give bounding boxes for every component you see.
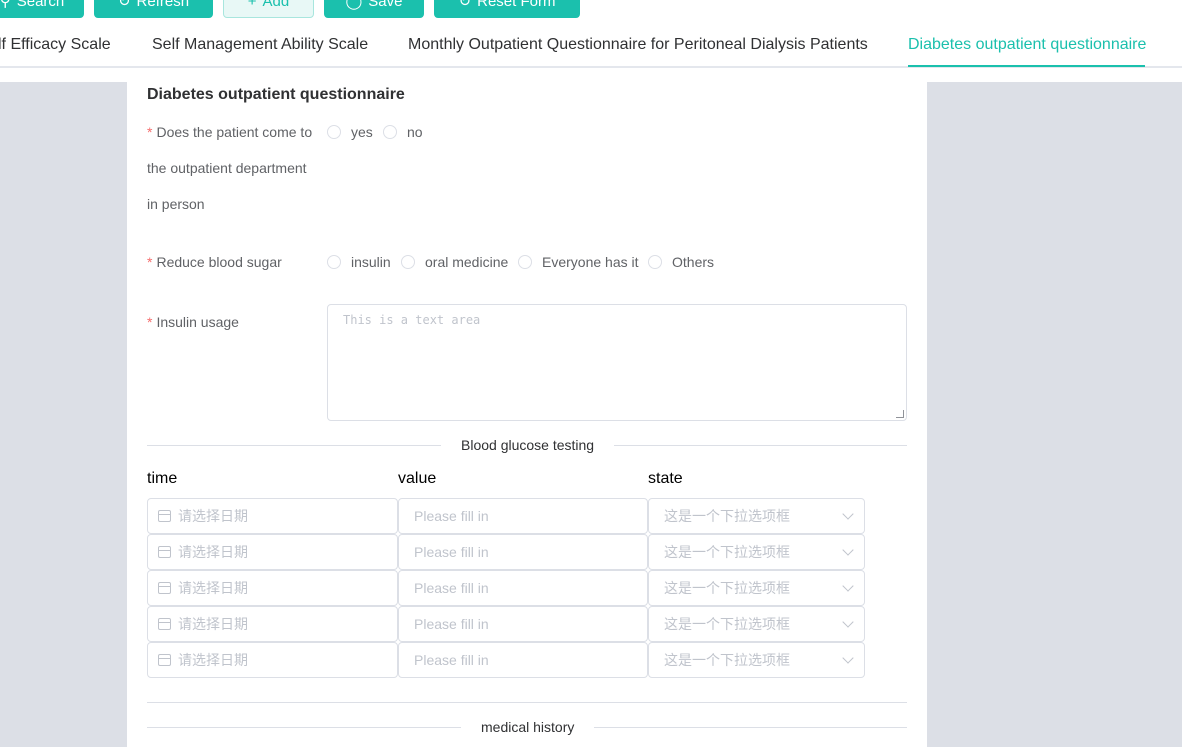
section-divider: [147, 702, 907, 703]
radio-circle: [327, 125, 341, 139]
column-header-time: time: [147, 470, 178, 487]
q2-label: * Reduce blood sugar: [147, 254, 282, 270]
date-picker[interactable]: 请选择日期: [147, 570, 398, 606]
resize-handle[interactable]: [896, 410, 904, 418]
state-select[interactable]: 这是一个下拉选项框: [648, 606, 865, 642]
save-icon: ◯: [345, 0, 363, 10]
chevron-down-icon: [842, 652, 854, 664]
search-icon: ⚲: [0, 0, 11, 10]
chevron-down-icon: [842, 544, 854, 556]
required-mark: *: [147, 124, 153, 140]
chevron-down-icon: [842, 580, 854, 592]
q1-label: * Does the patient come to: [147, 124, 313, 140]
tab-peritoneal-dialysis[interactable]: Monthly Outpatient Questionnaire for Per…: [408, 36, 868, 54]
q1-label-line3: in person: [147, 196, 205, 212]
add-button[interactable]: + Add: [223, 0, 314, 18]
required-mark: *: [147, 254, 153, 270]
radio-circle: [383, 125, 397, 139]
reset-icon: ↻: [458, 0, 472, 10]
date-picker[interactable]: 请选择日期: [147, 534, 398, 570]
chevron-down-icon: [842, 616, 854, 628]
form-title: Diabetes outpatient questionnaire: [147, 86, 405, 103]
glucose-section-title: Blood glucose testing: [441, 437, 615, 453]
value-input[interactable]: Please fill in: [398, 642, 648, 678]
history-section-title: medical history: [461, 719, 595, 735]
radio-oral-medicine[interactable]: oral medicine: [401, 254, 508, 270]
save-button[interactable]: ◯ Save: [324, 0, 424, 18]
calendar-icon: [158, 654, 171, 666]
calendar-icon: [158, 582, 171, 594]
plus-icon: +: [247, 0, 257, 10]
search-button[interactable]: ⚲ Search: [0, 0, 84, 18]
state-select[interactable]: 这是一个下拉选项框: [648, 498, 865, 534]
questionnaire-tabs: lf Efficacy Scale Self Management Abilit…: [0, 28, 1182, 68]
radio-circle: [648, 255, 662, 269]
required-mark: *: [147, 314, 153, 330]
value-input[interactable]: Please fill in: [398, 570, 648, 606]
textarea-placeholder: This is a text area: [343, 313, 481, 327]
value-input[interactable]: Please fill in: [398, 534, 648, 570]
column-header-state: state: [648, 470, 683, 487]
radio-yes[interactable]: yes: [327, 124, 373, 140]
radio-everyone-has-it[interactable]: Everyone has it: [518, 254, 639, 270]
value-input[interactable]: Please fill in: [398, 498, 648, 534]
tab-efficacy-scale[interactable]: lf Efficacy Scale: [0, 36, 111, 54]
refresh-button[interactable]: ↻ Refresh: [94, 0, 213, 18]
radio-no[interactable]: no: [383, 124, 423, 140]
calendar-icon: [158, 546, 171, 558]
q1-label-line2: the outpatient department: [147, 160, 307, 176]
q3-label: * Insulin usage: [147, 314, 239, 330]
radio-others[interactable]: Others: [648, 254, 714, 270]
active-tab-indicator: [908, 65, 1145, 67]
state-select[interactable]: 这是一个下拉选项框: [648, 642, 865, 678]
chevron-down-icon: [842, 508, 854, 520]
toolbar: ⚲ Search ↻ Refresh + Add ◯ Save ↻ Reset Form: [0, 0, 1182, 18]
insulin-usage-textarea[interactable]: This is a text area: [327, 304, 907, 421]
radio-insulin[interactable]: insulin: [327, 254, 391, 270]
reset-form-button[interactable]: ↻ Reset Form: [434, 0, 580, 18]
calendar-icon: [158, 510, 171, 522]
value-input[interactable]: Please fill in: [398, 606, 648, 642]
state-select[interactable]: 这是一个下拉选项框: [648, 534, 865, 570]
tab-diabetes-questionnaire[interactable]: Diabetes outpatient questionnaire: [908, 36, 1146, 54]
tab-self-management-scale[interactable]: Self Management Ability Scale: [152, 36, 368, 54]
radio-circle: [518, 255, 532, 269]
calendar-icon: [158, 618, 171, 630]
date-picker[interactable]: 请选择日期: [147, 498, 398, 534]
refresh-icon: ↻: [117, 0, 131, 10]
date-picker[interactable]: 请选择日期: [147, 606, 398, 642]
state-select[interactable]: 这是一个下拉选项框: [648, 570, 865, 606]
radio-circle: [327, 255, 341, 269]
date-picker[interactable]: 请选择日期: [147, 642, 398, 678]
column-header-value: value: [398, 470, 437, 487]
radio-circle: [401, 255, 415, 269]
